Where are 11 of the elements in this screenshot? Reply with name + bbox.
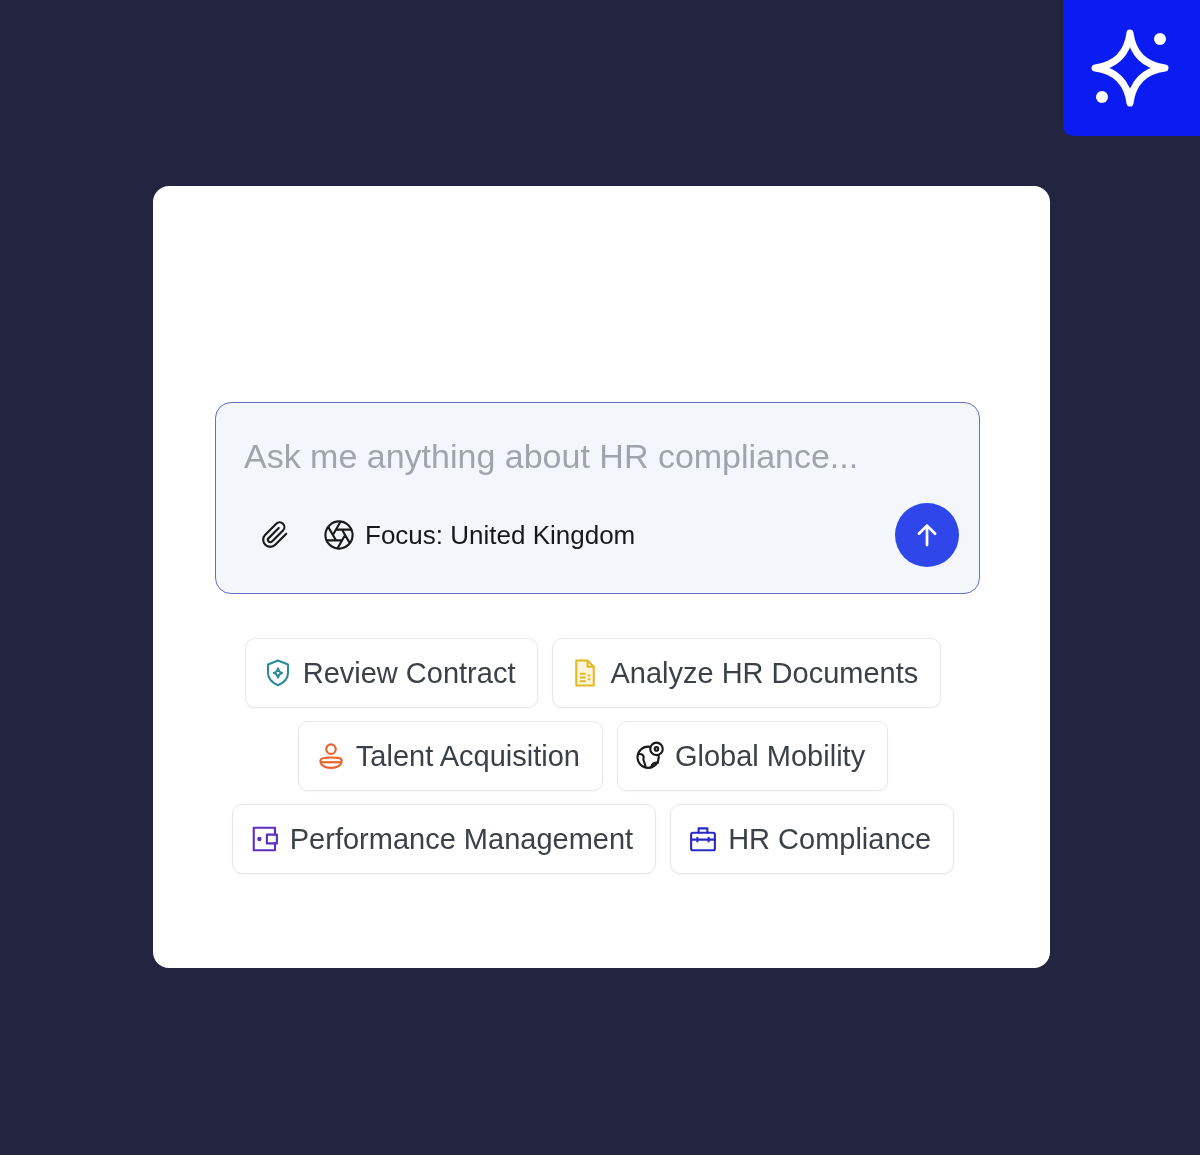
suggestion-chip[interactable]: Analyze HR Documents bbox=[552, 638, 942, 708]
focus-button[interactable]: Focus: United Kingdom bbox=[323, 519, 636, 551]
suggestion-chip[interactable]: HR Compliance bbox=[670, 804, 955, 874]
aperture-icon bbox=[323, 519, 355, 551]
sparkle-icon bbox=[1063, 0, 1200, 136]
suggestion-chip[interactable]: Review Contract bbox=[244, 638, 539, 708]
paperclip-icon[interactable] bbox=[260, 519, 290, 551]
suggestion-chip[interactable]: Performance Management bbox=[231, 804, 657, 874]
message-input[interactable]: Ask me anything about HR compliance... bbox=[244, 433, 959, 479]
suggestion-chip[interactable]: Global Mobility bbox=[616, 721, 889, 791]
suggestion-chip[interactable]: Talent Acquisition bbox=[297, 721, 603, 791]
